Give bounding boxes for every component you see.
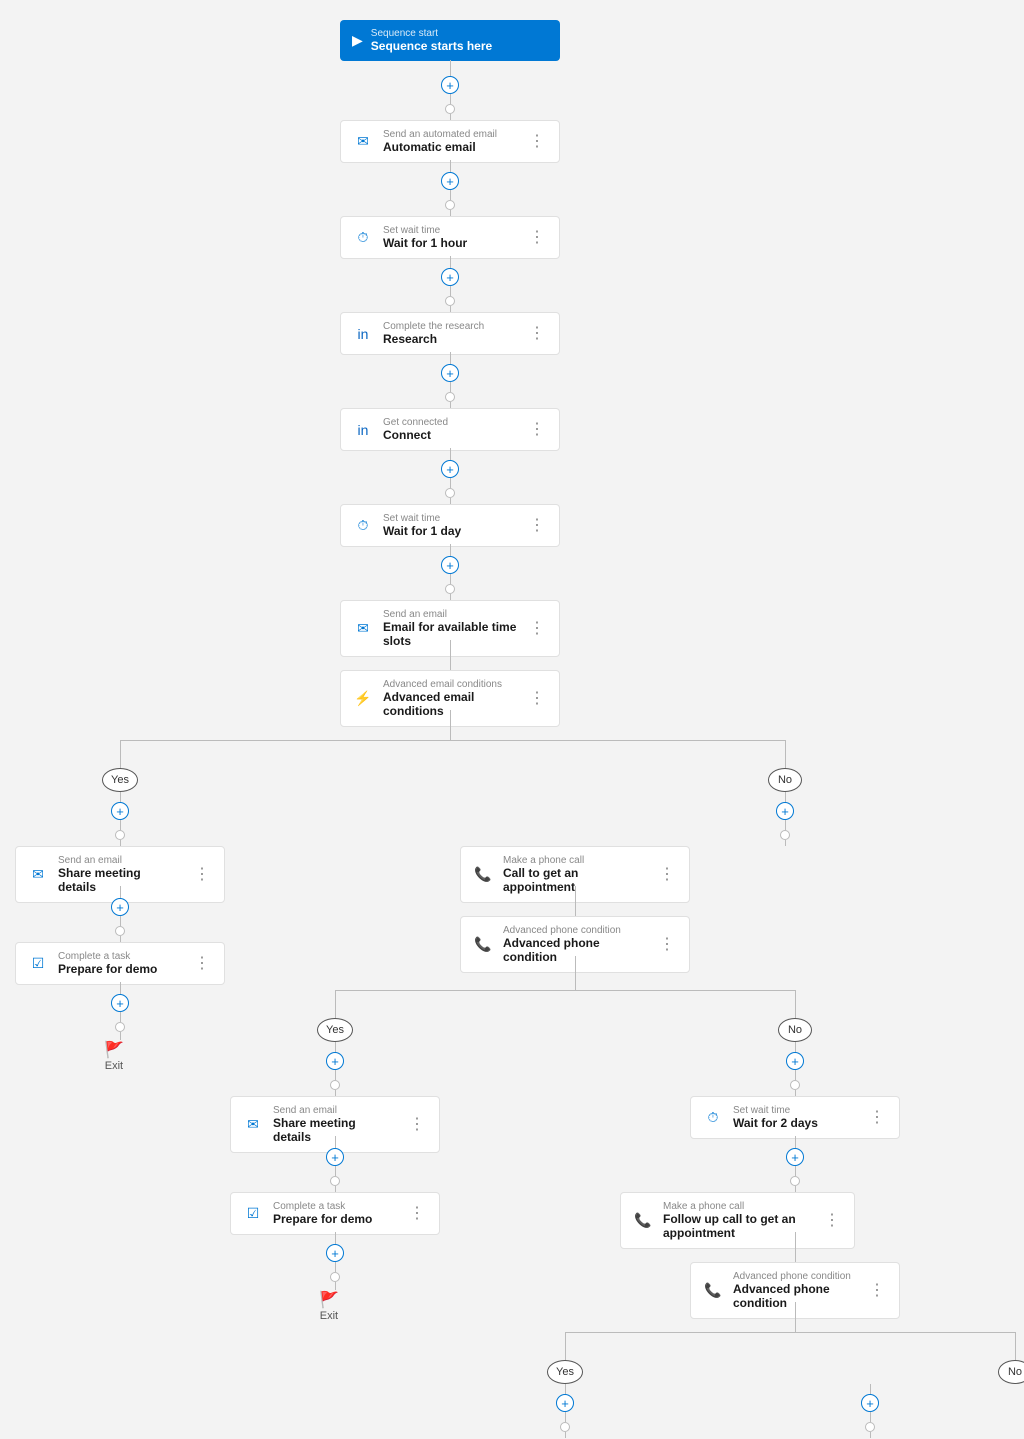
n2-label: Set wait time — [383, 225, 517, 236]
n4-label: Get connected — [383, 417, 517, 428]
n8b-more-btn[interactable]: ⋮ — [655, 865, 679, 885]
n1-label: Send an automated email — [383, 129, 517, 140]
n7-label: Advanced email conditions — [383, 679, 517, 690]
phone-icon-2: 📞 — [631, 1209, 655, 1233]
task-icon-2: ☑ — [241, 1202, 265, 1226]
add-yes2-btn-1[interactable]: + — [326, 1052, 344, 1070]
email-icon-3: ✉ — [26, 863, 50, 887]
linkedin-icon-1: in — [351, 322, 375, 346]
node-connect: in Get connected Connect ⋮ — [340, 408, 560, 451]
start-node: ▶ Sequence start Sequence starts here — [340, 20, 560, 61]
n6-more-btn[interactable]: ⋮ — [525, 619, 549, 639]
yes-branch-label-3: Yes — [547, 1360, 583, 1384]
n10a-more-btn[interactable]: ⋮ — [405, 1115, 429, 1135]
n5-title: Wait for 1 day — [383, 524, 517, 538]
add-step-btn-3[interactable]: + — [441, 268, 459, 286]
add-step-btn-6[interactable]: + — [441, 556, 459, 574]
n8a-more-btn[interactable]: ⋮ — [190, 865, 214, 885]
adv-email-icon: ⚡ — [351, 687, 375, 711]
wait-icon-3: ⏱ — [701, 1106, 725, 1130]
n2-more-btn[interactable]: ⋮ — [525, 228, 549, 248]
n12b-label: Advanced phone condition — [733, 1271, 857, 1282]
phone-icon-1: 📞 — [471, 863, 495, 887]
n6-label: Send an email — [383, 609, 517, 620]
n1-more-btn[interactable]: ⋮ — [525, 132, 549, 152]
add-no2-btn-2[interactable]: + — [786, 1148, 804, 1166]
node-automatic-email: ✉ Send an automated email Automatic emai… — [340, 120, 560, 163]
node-wait-1hour: ⏱ Set wait time Wait for 1 hour ⋮ — [340, 216, 560, 259]
n9b-label: Advanced phone condition — [503, 925, 647, 936]
node-prepare-demo-1: ☑ Complete a task Prepare for demo ⋮ — [15, 942, 225, 985]
yes-branch-label-2: Yes — [317, 1018, 353, 1042]
exit-node-1: 🚩 Exit — [104, 1040, 124, 1072]
n2-title: Wait for 1 hour — [383, 236, 517, 250]
flow-canvas: ▶ Sequence start Sequence starts here + … — [0, 0, 1024, 1439]
add-yes2-btn-3[interactable]: + — [326, 1244, 344, 1262]
add-no-btn-1[interactable]: + — [776, 802, 794, 820]
add-yes-btn-3[interactable]: + — [111, 994, 129, 1012]
n9b-more-btn[interactable]: ⋮ — [655, 935, 679, 955]
n3-title: Research — [383, 332, 517, 346]
adv-phone-icon-1: 📞 — [471, 933, 495, 957]
add-no2-btn-1[interactable]: + — [786, 1052, 804, 1070]
node-followup-call: 📞 Make a phone call Follow up call to ge… — [620, 1192, 855, 1249]
email-icon-4: ✉ — [241, 1113, 265, 1137]
n9a-more-btn[interactable]: ⋮ — [190, 954, 214, 974]
n3-more-btn[interactable]: ⋮ — [525, 324, 549, 344]
n10a-label: Send an email — [273, 1105, 397, 1116]
n11a-more-btn[interactable]: ⋮ — [405, 1204, 429, 1224]
email-icon: ✉ — [351, 130, 375, 154]
task-icon-1: ☑ — [26, 952, 50, 976]
no-branch-label-1: No — [768, 768, 802, 792]
yes-branch-label-1: Yes — [102, 768, 138, 792]
n8b-label: Make a phone call — [503, 855, 647, 866]
exit-node-2: 🚩 Exit — [319, 1290, 339, 1322]
linkedin-icon-2: in — [351, 418, 375, 442]
add-step-btn-4[interactable]: + — [441, 364, 459, 382]
adv-phone-icon-2: 📞 — [701, 1279, 725, 1303]
n3-label: Complete the research — [383, 321, 517, 332]
n5-more-btn[interactable]: ⋮ — [525, 516, 549, 536]
n11b-title: Follow up call to get an appointment — [663, 1212, 812, 1240]
no-branch-label-2: No — [778, 1018, 812, 1042]
start-title: Sequence starts here — [371, 39, 492, 53]
add-yes-btn-2[interactable]: + — [111, 898, 129, 916]
n12b-more-btn[interactable]: ⋮ — [865, 1281, 889, 1301]
add-no3-btn-1[interactable]: + — [861, 1394, 879, 1412]
n9a-title: Prepare for demo — [58, 962, 182, 976]
node-wait-2days: ⏱ Set wait time Wait for 2 days ⋮ — [690, 1096, 900, 1139]
start-icon: ▶ — [352, 32, 363, 49]
n10b-title: Wait for 2 days — [733, 1116, 857, 1130]
n4-title: Connect — [383, 428, 517, 442]
add-yes3-btn-1[interactable]: + — [556, 1394, 574, 1412]
node-prepare-demo-2: ☑ Complete a task Prepare for demo ⋮ — [230, 1192, 440, 1235]
no-branch-label-3: No — [998, 1360, 1024, 1384]
n5-label: Set wait time — [383, 513, 517, 524]
add-yes-btn-1[interactable]: + — [111, 802, 129, 820]
email-icon-2: ✉ — [351, 617, 375, 641]
n9a-label: Complete a task — [58, 951, 182, 962]
n11b-more-btn[interactable]: ⋮ — [820, 1211, 844, 1231]
n4-more-btn[interactable]: ⋮ — [525, 420, 549, 440]
n11b-label: Make a phone call — [663, 1201, 812, 1212]
n10b-more-btn[interactable]: ⋮ — [865, 1108, 889, 1128]
n11a-title: Prepare for demo — [273, 1212, 397, 1226]
n8a-label: Send an email — [58, 855, 182, 866]
start-label: Sequence start — [371, 28, 492, 39]
node-wait-1day: ⏱ Set wait time Wait for 1 day ⋮ — [340, 504, 560, 547]
add-step-btn-5[interactable]: + — [441, 460, 459, 478]
wait-icon-1: ⏱ — [351, 226, 375, 250]
n10b-label: Set wait time — [733, 1105, 857, 1116]
wait-icon-2: ⏱ — [351, 514, 375, 538]
add-step-btn-1[interactable]: + — [441, 76, 459, 94]
n1-title: Automatic email — [383, 140, 517, 154]
add-yes2-btn-2[interactable]: + — [326, 1148, 344, 1166]
add-step-btn-2[interactable]: + — [441, 172, 459, 190]
node-research: in Complete the research Research ⋮ — [340, 312, 560, 355]
n11a-label: Complete a task — [273, 1201, 397, 1212]
n7-more-btn[interactable]: ⋮ — [525, 689, 549, 709]
